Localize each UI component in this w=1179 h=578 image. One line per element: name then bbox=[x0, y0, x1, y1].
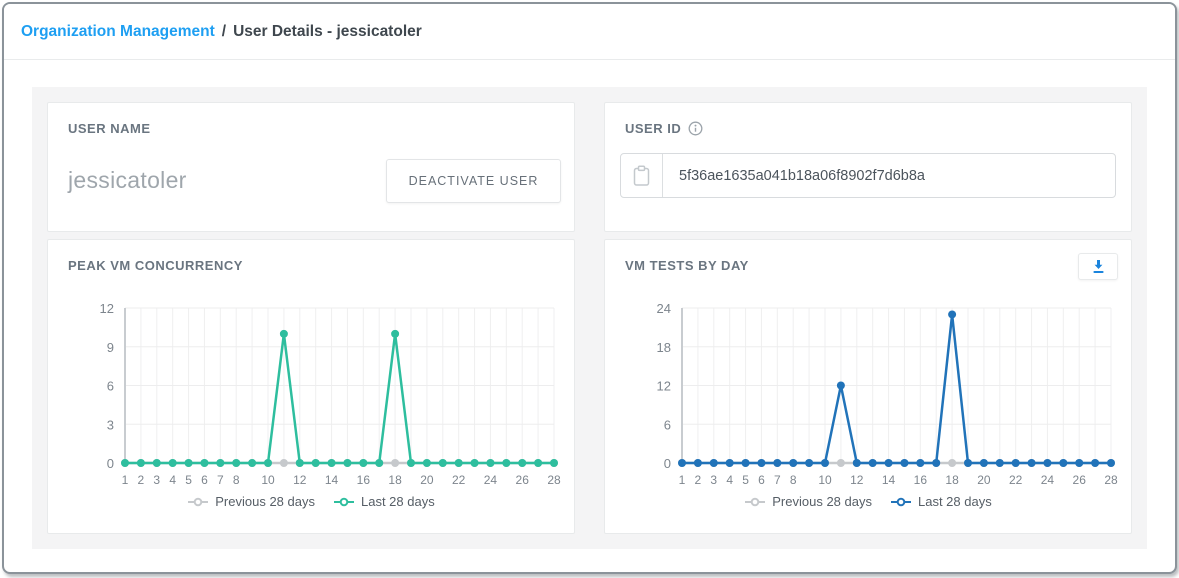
svg-text:14: 14 bbox=[882, 473, 896, 487]
legend-marker-icon bbox=[890, 497, 912, 507]
peak-vm-concurrency-card: PEAK VM CONCURRENCY 03691212345678101214… bbox=[47, 239, 575, 534]
svg-text:6: 6 bbox=[201, 473, 208, 487]
svg-text:26: 26 bbox=[516, 473, 530, 487]
svg-text:4: 4 bbox=[726, 473, 733, 487]
legend-label: Previous 28 days bbox=[772, 494, 872, 509]
legend-item: Last 28 days bbox=[890, 494, 992, 509]
svg-text:3: 3 bbox=[107, 417, 114, 432]
legend-marker-icon bbox=[187, 497, 209, 507]
svg-text:1: 1 bbox=[679, 473, 686, 487]
legend-label: Last 28 days bbox=[361, 494, 435, 509]
svg-text:1: 1 bbox=[122, 473, 129, 487]
copy-to-clipboard-button[interactable] bbox=[621, 154, 663, 197]
legend-item: Previous 28 days bbox=[187, 494, 315, 509]
breadcrumb-link[interactable]: Organization Management bbox=[21, 23, 215, 41]
svg-text:28: 28 bbox=[547, 473, 561, 487]
svg-text:3: 3 bbox=[710, 473, 717, 487]
legend-label: Previous 28 days bbox=[215, 494, 315, 509]
svg-text:9: 9 bbox=[107, 340, 114, 355]
peak-vm-concurrency-chart: 0369121234567810121416182022242628 bbox=[48, 292, 571, 492]
vm-tests-by-day-chart: 061218241234567810121416182022242628 bbox=[605, 292, 1128, 492]
svg-text:16: 16 bbox=[357, 473, 371, 487]
svg-text:16: 16 bbox=[914, 473, 928, 487]
svg-text:8: 8 bbox=[790, 473, 797, 487]
vm-tests-by-day-title: VM TESTS BY DAY bbox=[625, 258, 749, 273]
svg-text:2: 2 bbox=[138, 473, 145, 487]
breadcrumb: Organization Management / User Details -… bbox=[4, 4, 1175, 60]
legend-marker-icon bbox=[333, 497, 355, 507]
svg-text:20: 20 bbox=[977, 473, 991, 487]
vm-tests-by-day-card: VM TESTS BY DAY 061218241234567810121416… bbox=[604, 239, 1132, 534]
user-name-card: USER NAME jessicatoler DEACTIVATE USER bbox=[47, 102, 575, 232]
svg-text:18: 18 bbox=[657, 340, 671, 355]
user-id-field bbox=[620, 153, 1116, 198]
svg-text:22: 22 bbox=[1009, 473, 1023, 487]
peak-vm-concurrency-legend: Previous 28 days Last 28 days bbox=[48, 494, 574, 509]
svg-text:10: 10 bbox=[261, 473, 275, 487]
vm-tests-by-day-legend: Previous 28 days Last 28 days bbox=[605, 494, 1131, 509]
svg-text:8: 8 bbox=[233, 473, 240, 487]
clipboard-icon bbox=[632, 165, 651, 187]
svg-text:14: 14 bbox=[325, 473, 339, 487]
user-id-label-text: USER ID bbox=[625, 121, 681, 136]
svg-text:3: 3 bbox=[153, 473, 160, 487]
svg-text:0: 0 bbox=[107, 456, 114, 471]
legend-item: Last 28 days bbox=[333, 494, 435, 509]
breadcrumb-separator: / bbox=[215, 23, 233, 41]
svg-text:18: 18 bbox=[945, 473, 959, 487]
svg-text:7: 7 bbox=[217, 473, 224, 487]
user-id-input[interactable] bbox=[663, 154, 1115, 197]
user-name-value: jessicatoler bbox=[68, 167, 187, 194]
info-icon[interactable] bbox=[688, 121, 703, 136]
svg-text:4: 4 bbox=[169, 473, 176, 487]
app-window: Organization Management / User Details -… bbox=[2, 2, 1177, 574]
svg-text:22: 22 bbox=[452, 473, 466, 487]
svg-text:2: 2 bbox=[695, 473, 702, 487]
svg-text:5: 5 bbox=[185, 473, 192, 487]
page-title: User Details - jessicatoler bbox=[233, 23, 422, 41]
legend-marker-icon bbox=[744, 497, 766, 507]
svg-text:0: 0 bbox=[664, 456, 671, 471]
svg-text:26: 26 bbox=[1073, 473, 1087, 487]
svg-text:12: 12 bbox=[657, 379, 671, 394]
svg-text:10: 10 bbox=[818, 473, 832, 487]
svg-text:20: 20 bbox=[420, 473, 434, 487]
svg-text:12: 12 bbox=[293, 473, 307, 487]
svg-text:12: 12 bbox=[100, 301, 114, 316]
svg-text:6: 6 bbox=[107, 379, 114, 394]
user-id-label: USER ID bbox=[625, 121, 703, 136]
svg-text:12: 12 bbox=[850, 473, 864, 487]
svg-text:7: 7 bbox=[774, 473, 781, 487]
user-name-label: USER NAME bbox=[68, 121, 151, 136]
svg-text:28: 28 bbox=[1104, 473, 1118, 487]
svg-text:24: 24 bbox=[657, 301, 671, 316]
svg-text:6: 6 bbox=[664, 417, 671, 432]
download-icon bbox=[1091, 259, 1106, 274]
legend-item: Previous 28 days bbox=[744, 494, 872, 509]
svg-text:6: 6 bbox=[758, 473, 765, 487]
content-panel: USER NAME jessicatoler DEACTIVATE USER U… bbox=[32, 87, 1147, 549]
svg-text:24: 24 bbox=[484, 473, 498, 487]
deactivate-user-button[interactable]: DEACTIVATE USER bbox=[386, 159, 561, 203]
svg-text:24: 24 bbox=[1041, 473, 1055, 487]
svg-text:5: 5 bbox=[742, 473, 749, 487]
user-id-card: USER ID bbox=[604, 102, 1132, 232]
svg-text:18: 18 bbox=[388, 473, 402, 487]
legend-label: Last 28 days bbox=[918, 494, 992, 509]
download-chart-button[interactable] bbox=[1078, 253, 1118, 280]
peak-vm-concurrency-title: PEAK VM CONCURRENCY bbox=[68, 258, 243, 273]
